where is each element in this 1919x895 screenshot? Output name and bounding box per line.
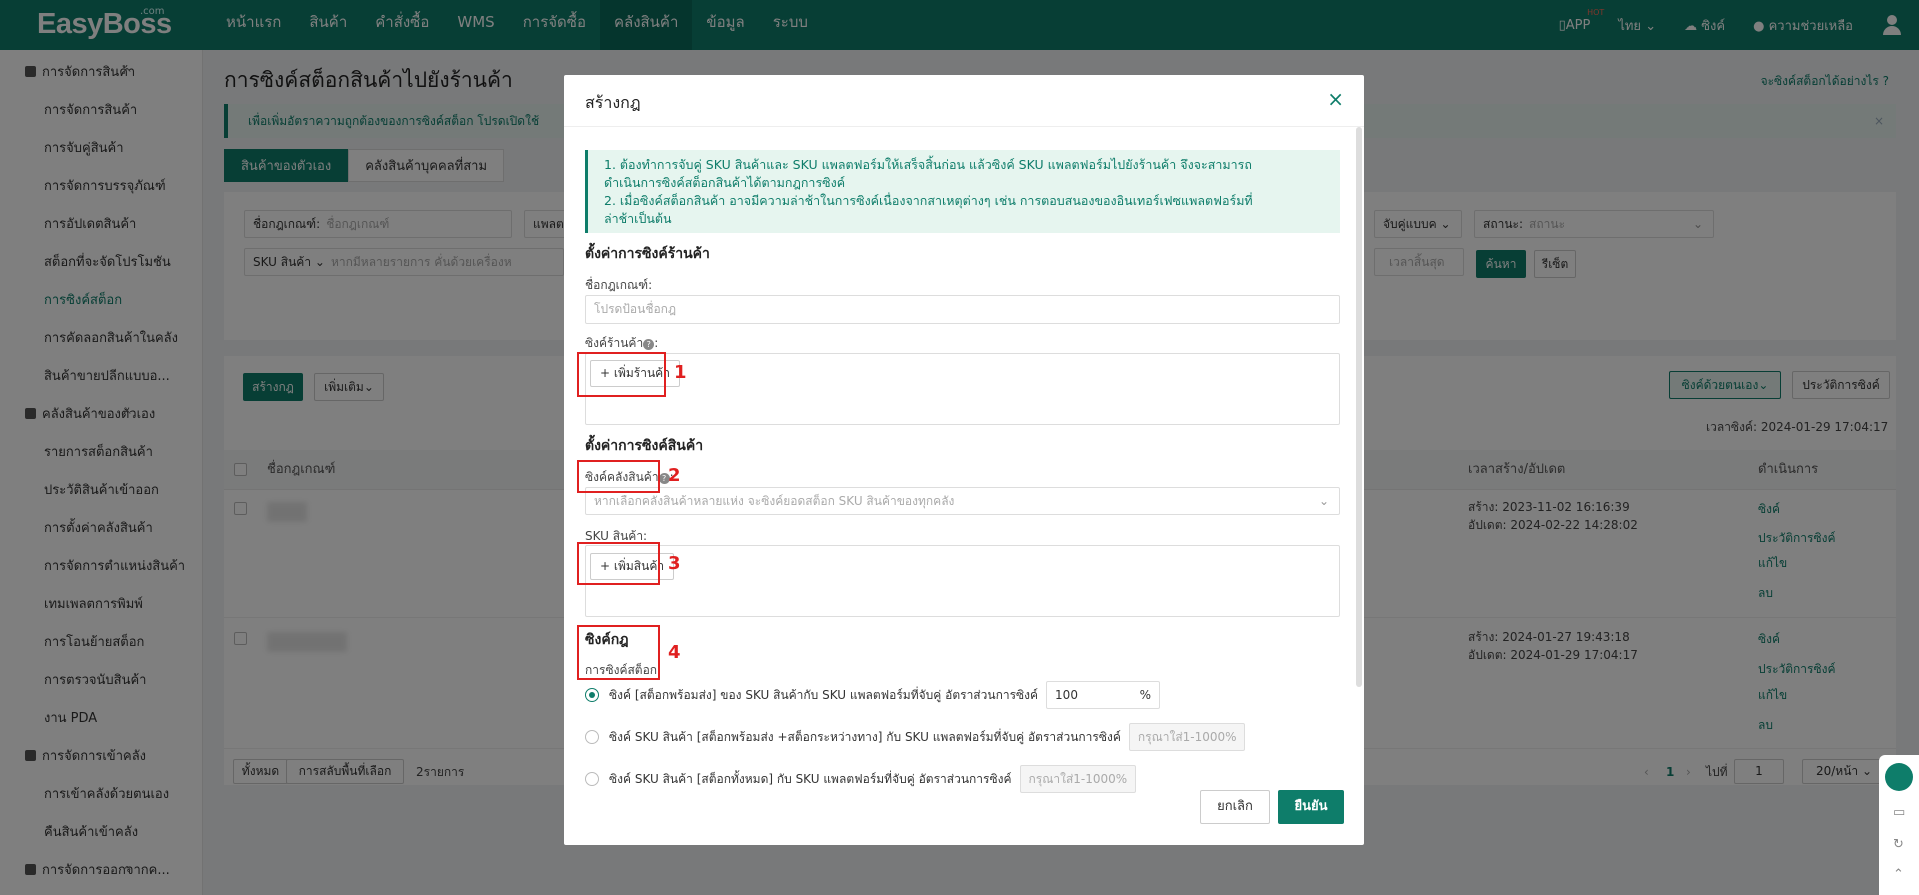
- radio-unselected[interactable]: [585, 772, 599, 786]
- annotation-box-2: [577, 460, 660, 493]
- notice-line-1: 1. ต้องทำการจับคู่ SKU สินค้าและ SKU แพล…: [604, 157, 1252, 172]
- annotation-box-1: [577, 352, 666, 397]
- notice-line-2b: ล่าช้าเป็นต้น: [604, 211, 672, 226]
- percent-sign: %: [1139, 688, 1152, 702]
- product-list-area: [585, 545, 1340, 617]
- annotation-number-2: 2: [668, 465, 681, 486]
- sync-option-3[interactable]: ซิงค์ SKU สินค้า [สต็อกทั้งหมด] กับ SKU …: [585, 765, 1136, 793]
- feedback-icon[interactable]: ▭: [1893, 805, 1905, 820]
- annotation-number-4: 4: [668, 642, 681, 663]
- sync-option-1[interactable]: ซิงค์ [สต็อกพร้อมส่ง] ของ SKU สินค้ากับ …: [585, 681, 1161, 709]
- annotation-box-4: [577, 625, 660, 680]
- modal-title: สร้างกฎ: [585, 93, 641, 112]
- store-list-area: [585, 353, 1340, 425]
- assistant-avatar-icon[interactable]: [1885, 763, 1913, 791]
- chevron-down-icon: ⌄: [1318, 494, 1329, 508]
- rule-name-label: ชื่อกฎเกณฑ์:: [585, 278, 653, 292]
- cancel-button[interactable]: ยกเลิก: [1200, 790, 1270, 824]
- close-icon[interactable]: ×: [1327, 87, 1344, 111]
- back-to-top-icon[interactable]: ⌃: [1893, 867, 1904, 882]
- confirm-button[interactable]: ยืนยัน: [1278, 790, 1344, 824]
- ratio-placeholder: กรุณาใส่1-1000: [1028, 772, 1116, 786]
- annotation-number-3: 3: [668, 553, 681, 574]
- ratio-value: 100: [1055, 688, 1078, 702]
- radio-selected[interactable]: [585, 688, 599, 702]
- sync-store-label: ซิงค์ร้านค้า?:: [585, 336, 659, 350]
- sync-store-text: ซิงค์ร้านค้า: [585, 336, 644, 350]
- floating-tools: ▭ ↻ ⌃: [1879, 755, 1919, 895]
- notice-line-1b: ดำเนินการซิงค์สต็อกสินค้าได้ตามกฎการซิงค…: [604, 175, 846, 190]
- ratio-input-2[interactable]: กรุณาใส่1-1000%: [1128, 723, 1245, 751]
- create-rule-modal: สร้างกฎ × 1. ต้องทำการจับคู่ SKU สินค้าแ…: [564, 75, 1364, 845]
- store-section-title: ตั้งค่าการซิงค์ร้านค้า: [585, 246, 710, 262]
- percent-sign: %: [1225, 730, 1237, 744]
- notice-line-2: 2. เมื่อซิงค์สต็อกสินค้า อาจมีความล่าช้า…: [604, 193, 1253, 208]
- radio-unselected[interactable]: [585, 730, 599, 744]
- rule-name-input[interactable]: โปรดป้อนชื่อกฎ: [585, 295, 1340, 324]
- option-3-text: ซิงค์ SKU สินค้า [สต็อกทั้งหมด] กับ SKU …: [609, 771, 1012, 786]
- warehouse-placeholder: หากเลือกคลังสินค้าหลายแห่ง จะซิงค์ยอดสต็…: [594, 494, 955, 508]
- sync-option-2[interactable]: ซิงค์ SKU สินค้า [สต็อกพร้อมส่ง +สต็อกระ…: [585, 723, 1245, 751]
- warehouse-select[interactable]: หากเลือกคลังสินค้าหลายแห่ง จะซิงค์ยอดสต็…: [585, 487, 1340, 515]
- ratio-input-1[interactable]: 100%: [1046, 681, 1161, 709]
- ratio-placeholder: กรุณาใส่1-1000: [1137, 730, 1226, 744]
- product-section-title: ตั้งค่าการซิงค์สินค้า: [585, 438, 704, 454]
- ratio-input-3[interactable]: กรุณาใส่1-1000%: [1019, 765, 1136, 793]
- refresh-icon[interactable]: ↻: [1893, 837, 1904, 852]
- option-1-text: ซิงค์ [สต็อกพร้อมส่ง] ของ SKU สินค้ากับ …: [609, 687, 1039, 702]
- modal-scrollbar[interactable]: [1356, 127, 1362, 687]
- annotation-number-1: 1: [674, 362, 687, 383]
- annotation-box-3: [577, 542, 660, 585]
- modal-header: สร้างกฎ ×: [564, 75, 1364, 127]
- notice-box: 1. ต้องทำการจับคู่ SKU สินค้าและ SKU แพล…: [585, 150, 1340, 233]
- question-icon[interactable]: ?: [643, 339, 655, 350]
- percent-sign: %: [1115, 772, 1128, 786]
- option-2-text: ซิงค์ SKU สินค้า [สต็อกพร้อมส่ง +สต็อกระ…: [609, 729, 1121, 744]
